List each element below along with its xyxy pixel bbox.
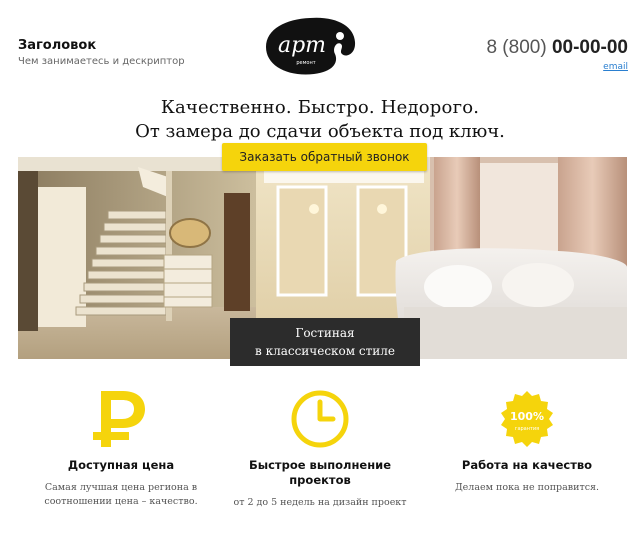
- headline-line2: От замера до сдачи объекта под ключ.: [135, 121, 505, 142]
- hero-headline: Качественно. Быстро. Недорого. От замера…: [0, 96, 640, 144]
- phone-prefix: 8 (800): [486, 37, 547, 58]
- badge-guarantee: гарантия: [515, 426, 539, 432]
- caption-line2: в классическом стиле: [255, 344, 395, 358]
- headline-line1: Качественно. Быстро. Недорого.: [160, 97, 480, 118]
- logo-subtext: ремонт: [296, 60, 315, 66]
- phone-digits: 00-00-00: [551, 37, 628, 58]
- clock-icon: [225, 386, 415, 452]
- feature-quality-title: Работа на качество: [461, 458, 593, 472]
- callback-button[interactable]: Заказать обратный звонок: [222, 143, 427, 171]
- phone-number[interactable]: 8 (800) 00-00-00: [486, 37, 628, 59]
- caption-line1: Гостиная: [295, 326, 355, 340]
- feature-price-text: Самая лучшая цена региона в соотношении …: [44, 482, 198, 507]
- logo[interactable]: арт ремонт: [262, 14, 358, 78]
- site-descriptor: Чем занимаетесь и дескриптор: [18, 56, 185, 67]
- feature-speed: Быстрое выполнение проектов от 2 до 5 не…: [225, 386, 415, 510]
- hero-caption: Гостиная в классическом стиле: [230, 318, 420, 366]
- feature-price-title: Доступная цена: [67, 458, 175, 472]
- quality-badge-icon: 100% гарантия: [432, 386, 622, 452]
- site-title: Заголовок: [18, 38, 97, 53]
- features-section: Доступная цена Самая лучшая цена региона…: [0, 386, 640, 550]
- badge-percent: 100%: [510, 410, 544, 423]
- logo-wordmark: арт: [278, 33, 326, 58]
- site-header: Заголовок Чем занимаетесь и дескриптор а…: [0, 0, 640, 92]
- feature-speed-text: от 2 до 5 недель на дизайн проект: [233, 497, 407, 508]
- email-link[interactable]: email: [603, 62, 628, 72]
- feature-quality-text: Делаем пока не поправится.: [454, 482, 600, 493]
- feature-quality: 100% гарантия Работа на качество Делаем …: [432, 386, 622, 495]
- feature-price: Доступная цена Самая лучшая цена региона…: [26, 386, 216, 509]
- feature-speed-title: Быстрое выполнение проектов: [248, 458, 392, 487]
- ruble-icon: [26, 386, 216, 452]
